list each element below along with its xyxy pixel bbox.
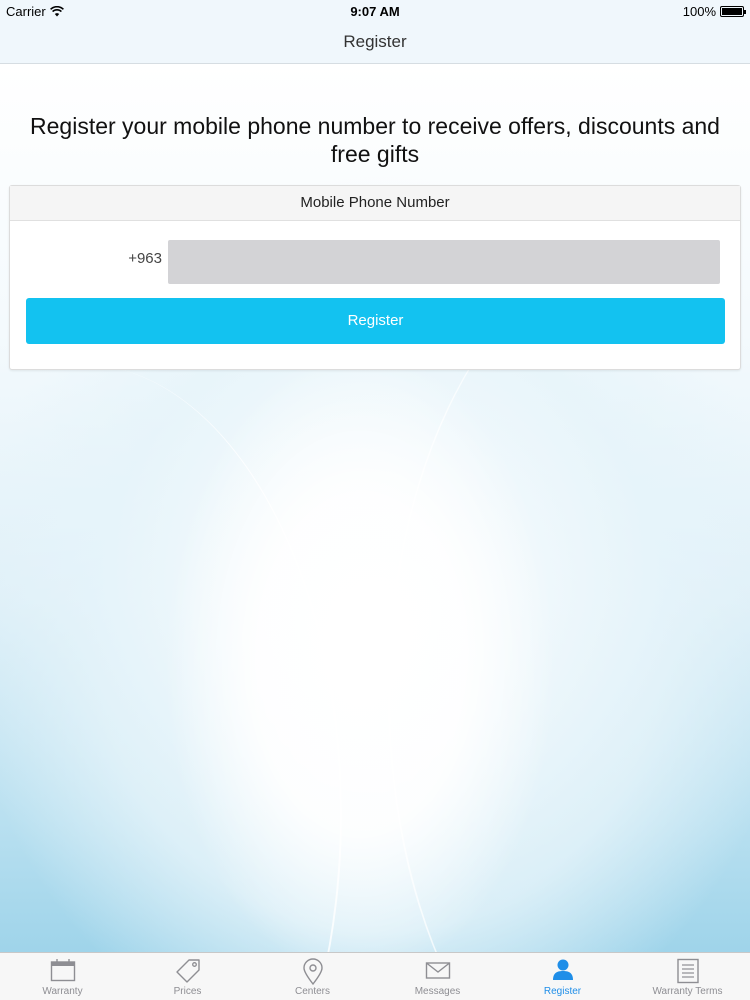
phone-number-input[interactable] — [168, 240, 720, 284]
price-tag-icon — [175, 959, 200, 983]
tab-centers[interactable]: Centers — [250, 953, 375, 1000]
tab-label-warranty: Warranty — [42, 986, 83, 997]
phone-registration-card: Mobile Phone Number +963 Register — [9, 185, 741, 370]
document-icon — [676, 958, 699, 984]
tab-register[interactable]: Register — [500, 953, 625, 1000]
tab-label-messages: Messages — [414, 986, 461, 997]
tab-messages[interactable]: Messages — [375, 953, 500, 1000]
card-header: Mobile Phone Number — [10, 186, 740, 221]
nav-title: Register — [343, 32, 407, 51]
battery-indicator: 100% — [682, 4, 746, 19]
country-code-label: +963 — [128, 250, 162, 267]
tab-warranty[interactable]: Warranty — [0, 953, 125, 1000]
calendar-icon — [50, 959, 75, 982]
register-button[interactable]: Register — [26, 298, 725, 344]
tab-warranty-terms[interactable]: Warranty Terms — [625, 953, 750, 1000]
tab-label-prices: Prices — [173, 986, 202, 997]
map-pin-icon — [302, 958, 323, 986]
battery-percent: 100% — [682, 4, 716, 19]
tab-prices[interactable]: Prices — [125, 953, 250, 1000]
tab-label-register: Register — [543, 986, 582, 997]
page-heading: Register your mobile phone number to rec… — [30, 113, 720, 167]
tab-bar: Warranty Prices Centers Messages Registe… — [0, 952, 750, 1000]
tab-label-warranty-terms: Warranty Terms — [652, 986, 723, 997]
status-bar: Carrier 9:07 AM 100% — [0, 0, 750, 22]
tab-label-centers: Centers — [294, 986, 330, 997]
battery-icon — [720, 6, 746, 17]
status-time: 9:07 AM — [350, 4, 400, 19]
envelope-icon — [425, 962, 450, 979]
top-bar: Carrier 9:07 AM 100% Register — [0, 0, 750, 64]
person-icon — [552, 959, 573, 980]
